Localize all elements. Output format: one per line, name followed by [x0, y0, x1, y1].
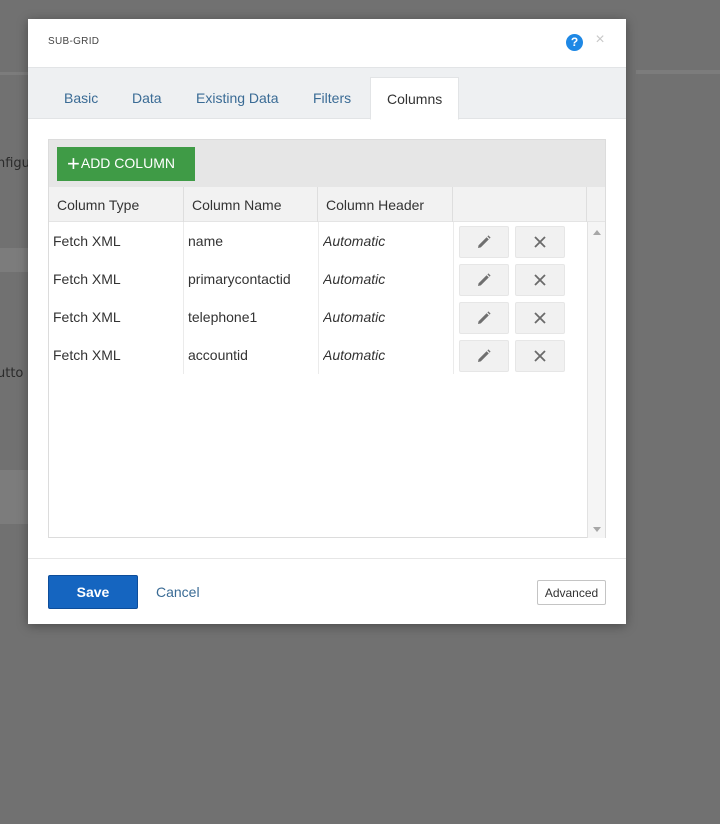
- plus-icon: +: [67, 151, 80, 176]
- sub-grid-dialog: SUB-GRID ? × Basic Data Existing Data Fi…: [28, 19, 626, 624]
- close-x-icon: [534, 350, 546, 362]
- background-header-strip-right: [636, 70, 720, 74]
- cell-column-name: primarycontactid: [188, 271, 291, 287]
- close-x-icon: [534, 236, 546, 248]
- background-text-fragment: utto: [0, 366, 24, 381]
- add-column-button[interactable]: +ADD COLUMN: [57, 147, 195, 181]
- tab-data[interactable]: Data: [116, 77, 178, 119]
- edit-row-button[interactable]: [459, 226, 509, 258]
- grid-header: Column Type Column Name Column Header: [49, 187, 605, 222]
- advanced-button[interactable]: Advanced: [537, 580, 606, 605]
- table-row: Fetch XML name Automatic: [49, 222, 587, 260]
- dialog-title: SUB-GRID: [48, 36, 100, 47]
- scroll-down-arrow-icon[interactable]: [593, 527, 601, 532]
- background-panel-left: [0, 248, 28, 272]
- column-header-type[interactable]: Column Type: [49, 187, 184, 222]
- cell-column-type: Fetch XML: [53, 271, 121, 287]
- background-header-strip: [0, 72, 28, 75]
- grid-body: Fetch XML name Automatic Fetch XML prima…: [49, 222, 587, 538]
- cell-column-header: Automatic: [323, 271, 386, 287]
- table-row: Fetch XML primarycontactid Automatic: [49, 260, 587, 298]
- cancel-link[interactable]: Cancel: [156, 584, 200, 600]
- cell-column-header: Automatic: [323, 347, 386, 363]
- pencil-icon: [478, 235, 491, 248]
- delete-row-button[interactable]: [515, 264, 565, 296]
- column-header-actions: [453, 187, 587, 222]
- delete-row-button[interactable]: [515, 340, 565, 372]
- background-text-fragment: nfigu: [0, 156, 30, 171]
- cell-column-name: accountid: [188, 347, 248, 363]
- table-row: Fetch XML telephone1 Automatic: [49, 298, 587, 336]
- cell-column-name: name: [188, 233, 224, 249]
- cell-column-header: Automatic: [323, 233, 386, 249]
- add-column-label: ADD COLUMN: [80, 155, 175, 171]
- edit-row-button[interactable]: [459, 264, 509, 296]
- scroll-up-arrow-icon[interactable]: [593, 230, 601, 235]
- tab-basic[interactable]: Basic: [48, 77, 114, 119]
- tab-existing-data[interactable]: Existing Data: [180, 77, 294, 119]
- close-x-icon: [534, 312, 546, 324]
- edit-row-button[interactable]: [459, 340, 509, 372]
- column-header-header[interactable]: Column Header: [318, 187, 453, 222]
- pencil-icon: [478, 349, 491, 362]
- grid-scrollbar[interactable]: [587, 222, 605, 538]
- column-header-name[interactable]: Column Name: [184, 187, 318, 222]
- pencil-icon: [478, 273, 491, 286]
- close-icon[interactable]: ×: [593, 31, 607, 49]
- cell-column-type: Fetch XML: [53, 347, 121, 363]
- delete-row-button[interactable]: [515, 302, 565, 334]
- cell-column-header: Automatic: [323, 309, 386, 325]
- pencil-icon: [478, 311, 491, 324]
- tab-columns[interactable]: Columns: [370, 77, 460, 120]
- delete-row-button[interactable]: [515, 226, 565, 258]
- tab-bar: Basic Data Existing Data Filters Columns: [28, 67, 626, 120]
- cell-column-name: telephone1: [188, 309, 258, 325]
- tab-filters[interactable]: Filters: [297, 77, 367, 119]
- columns-grid-panel: +ADD COLUMN Column Type Column Name Colu…: [48, 139, 606, 538]
- cell-column-type: Fetch XML: [53, 309, 121, 325]
- table-row: Fetch XML accountid Automatic: [49, 336, 587, 374]
- help-icon[interactable]: ?: [566, 34, 583, 51]
- cell-column-type: Fetch XML: [53, 233, 121, 249]
- edit-row-button[interactable]: [459, 302, 509, 334]
- close-x-icon: [534, 274, 546, 286]
- footer-divider: [28, 558, 626, 559]
- grid-toolbar: +ADD COLUMN: [49, 140, 605, 187]
- dialog-header: SUB-GRID ? ×: [28, 19, 626, 67]
- background-panel-left-2: [0, 470, 28, 524]
- save-button[interactable]: Save: [48, 575, 138, 609]
